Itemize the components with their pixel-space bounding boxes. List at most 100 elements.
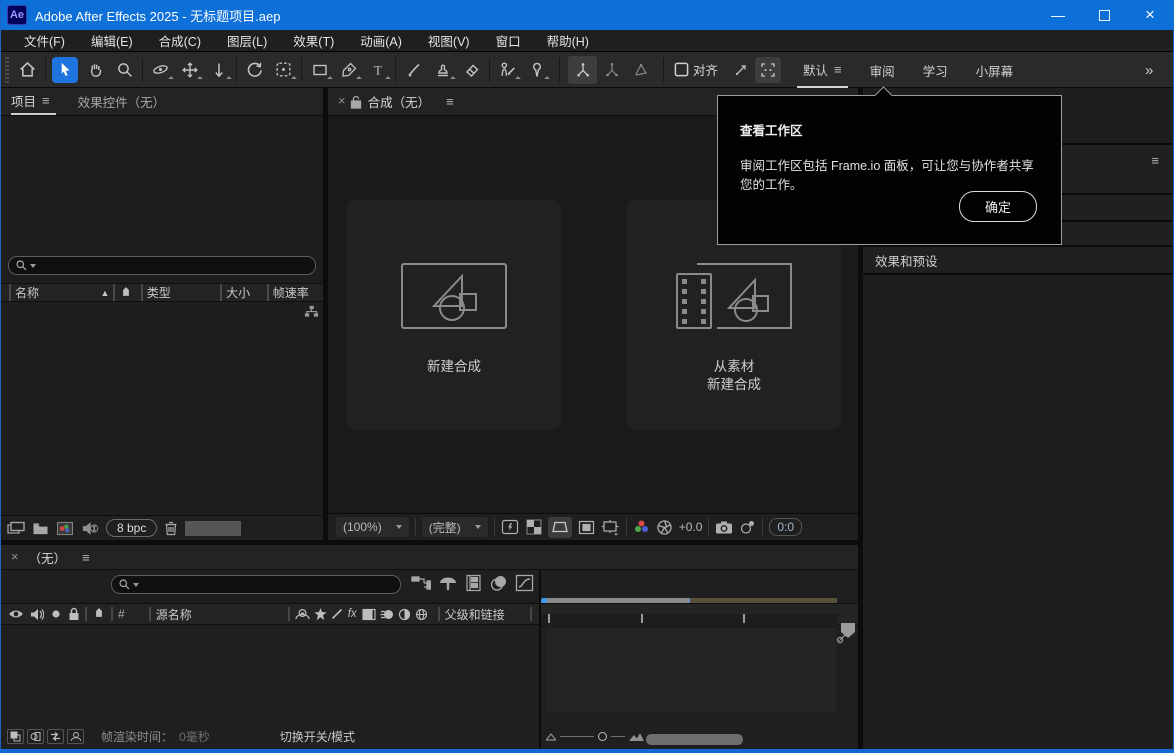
dolly-camera-tool[interactable] (204, 56, 233, 84)
toolbar-grip[interactable] (3, 57, 13, 83)
column-frame-rate[interactable]: 帧速率 (267, 284, 323, 301)
new-composition-tile[interactable]: 新建合成 (347, 200, 561, 430)
project-flowchart-icon[interactable] (304, 304, 319, 319)
pan-camera-tool[interactable] (175, 56, 204, 84)
expand-in-out-button[interactable] (47, 729, 64, 744)
magnification-dropdown[interactable]: (100%) (336, 517, 409, 537)
composition-tab-label[interactable]: 合成（无） (368, 88, 431, 115)
snap-checkbox[interactable] (674, 62, 689, 77)
workspace-tab-default[interactable]: 默认 ≡ (797, 52, 848, 88)
slider-knob[interactable] (598, 732, 607, 741)
quality-switch-icon[interactable] (331, 608, 343, 620)
expand-layer-switches-button[interactable] (7, 729, 24, 744)
zoom-in-mountain-icon[interactable] (629, 732, 644, 742)
effects-presets-panel-header[interactable]: 效果和预设 (863, 247, 1173, 273)
workspace-tab-learn[interactable]: 学习 (917, 52, 954, 88)
expand-transfer-modes-button[interactable] (27, 729, 44, 744)
project-panel-menu-icon[interactable]: ≡ (36, 93, 56, 108)
clone-stamp-tool[interactable] (428, 56, 457, 84)
rectangle-tool[interactable] (305, 56, 334, 84)
camera-marquee-tool[interactable] (269, 56, 298, 84)
solo-icon[interactable] (51, 609, 61, 619)
panel-menu-icon[interactable]: ≡ (1151, 153, 1159, 168)
timeline-search-input[interactable] (111, 575, 401, 594)
effects-presets-body[interactable] (863, 275, 1173, 735)
horizontal-scrollbar-thumb[interactable] (646, 734, 743, 745)
workspace-overflow-button[interactable]: » (1139, 52, 1159, 88)
shy-switch-icon[interactable] (295, 608, 310, 621)
marker-drag-icon[interactable] (836, 628, 852, 644)
tab-project[interactable]: 项目 ≡ (11, 88, 56, 115)
3d-layer-switch-icon[interactable] (415, 608, 428, 621)
region-of-interest-icon[interactable] (578, 520, 595, 535)
zoom-tool[interactable] (110, 56, 139, 84)
unlock-icon[interactable] (350, 95, 362, 109)
orbit-camera-tool[interactable] (146, 56, 175, 84)
mask-outline-toggle-icon[interactable] (548, 517, 572, 538)
resolution-dropdown[interactable]: (完整) (422, 517, 488, 537)
pen-tool[interactable] (334, 56, 363, 84)
menu-layer[interactable]: 图层(L) (214, 31, 280, 50)
timeline-tab-label[interactable]: （无） (29, 545, 67, 569)
project-search-input[interactable] (8, 256, 316, 275)
type-tool[interactable]: T (363, 56, 392, 84)
minimize-button[interactable]: — (1035, 0, 1081, 30)
view-axis-mode[interactable] (626, 56, 655, 84)
tooltip-ok-button[interactable]: 确定 (959, 191, 1037, 222)
column-parent-link[interactable]: 父级和链接 (445, 606, 505, 623)
puppet-pin-tool[interactable] (522, 56, 551, 84)
rotate-tool[interactable] (240, 56, 269, 84)
crop-region-icon[interactable] (601, 519, 620, 536)
motion-blur-switch-icon[interactable] (380, 608, 394, 621)
mini-flowchart-icon[interactable] (411, 574, 431, 592)
adjustment-layer-switch-icon[interactable] (398, 608, 411, 621)
graph-editor-icon[interactable] (515, 574, 534, 592)
frame-blend-switch-icon[interactable] (362, 608, 376, 621)
mask-visibility-tool[interactable] (755, 57, 781, 83)
label-tag-icon[interactable] (92, 607, 106, 621)
video-eye-icon[interactable] (8, 608, 24, 620)
fast-preview-icon[interactable] (501, 519, 520, 536)
exposure-value[interactable]: +0.0 (679, 520, 703, 534)
roto-brush-tool[interactable] (493, 56, 522, 84)
home-tool[interactable] (13, 56, 42, 84)
timeline-panel-menu-icon[interactable]: ≡ (76, 550, 96, 565)
column-source-name[interactable]: 源名称 (156, 606, 192, 623)
hand-tool[interactable] (81, 56, 110, 84)
snapshot-camera-icon[interactable] (715, 520, 733, 535)
eraser-tool[interactable] (457, 56, 486, 84)
new-folder-icon[interactable] (32, 521, 49, 536)
column-label-color[interactable] (113, 284, 140, 301)
interpret-footage-icon[interactable] (7, 520, 25, 536)
audio-speaker-icon[interactable] (30, 608, 44, 621)
column-number[interactable]: # (118, 607, 125, 621)
local-axis-mode[interactable] (568, 56, 597, 84)
timeline-tab-close-icon[interactable]: × (1, 549, 23, 566)
hide-shy-layers-icon[interactable] (465, 574, 482, 592)
timeline-graph-area[interactable] (546, 628, 836, 712)
composition-tab-close-icon[interactable]: × (328, 93, 350, 110)
frame-blending-icon[interactable] (489, 575, 508, 592)
maximize-button[interactable] (1081, 0, 1127, 30)
menu-edit[interactable]: 编辑(E) (78, 31, 146, 50)
column-size[interactable]: 大小 (220, 284, 267, 301)
lock-icon[interactable] (68, 607, 80, 621)
menu-view[interactable]: 视图(V) (415, 31, 483, 50)
exposure-aperture-icon[interactable] (656, 519, 673, 536)
column-name[interactable]: 名称 ▲ (9, 284, 113, 301)
search-options-chevron-icon[interactable] (133, 583, 139, 587)
new-composition-icon[interactable] (56, 521, 74, 536)
snap-label[interactable]: 对齐 (693, 60, 718, 79)
workspace-tab-small-screen[interactable]: 小屏幕 (970, 52, 1020, 88)
menu-window[interactable]: 窗口 (483, 31, 534, 50)
time-ruler[interactable] (541, 592, 858, 625)
expand-arrow-tool[interactable] (726, 56, 755, 84)
brush-tool[interactable] (399, 56, 428, 84)
composition-panel-menu-icon[interactable]: ≡ (440, 94, 460, 109)
menu-effect[interactable]: 效果(T) (280, 31, 347, 50)
workspace-menu-icon[interactable]: ≡ (834, 62, 848, 77)
toggle-switches-modes-button[interactable]: 切换开关/模式 (280, 728, 355, 745)
column-type[interactable]: 类型 (141, 284, 220, 301)
timecode-field[interactable]: 0:0 (769, 518, 802, 536)
tab-effect-controls[interactable]: 效果控件（无） (78, 88, 166, 115)
